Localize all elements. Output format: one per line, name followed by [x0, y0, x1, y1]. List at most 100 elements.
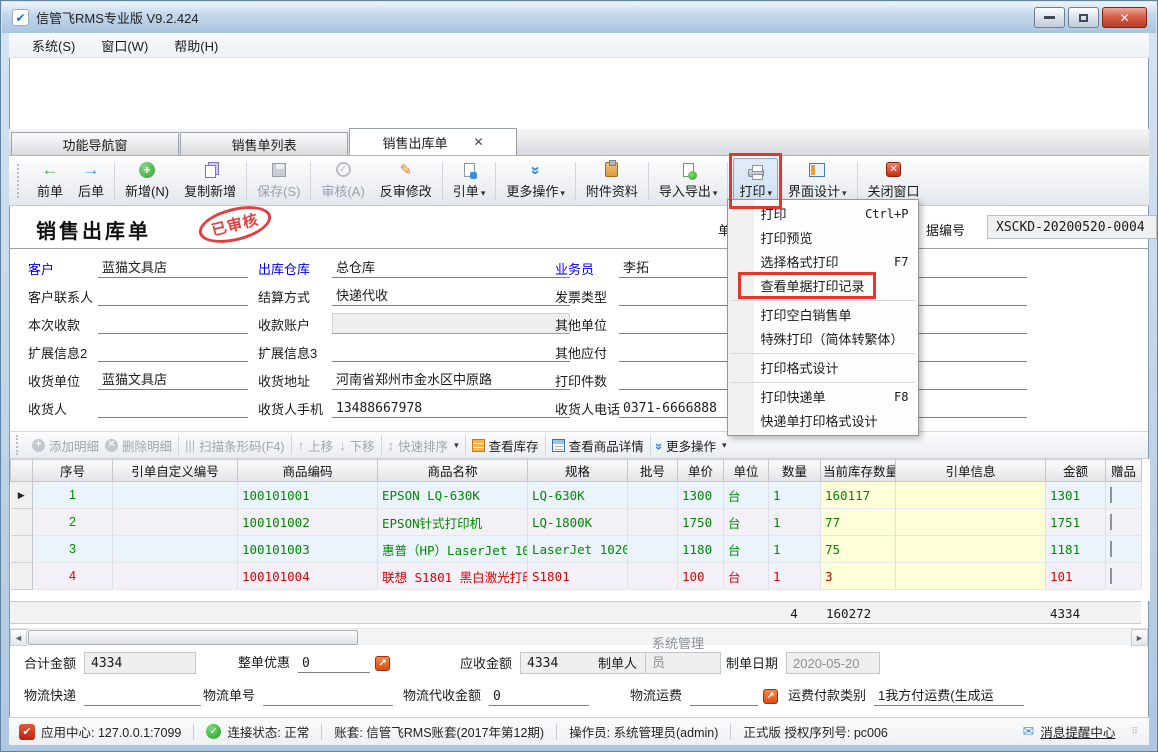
col-product-code[interactable]: 商品编码 — [238, 460, 378, 482]
menu-item-view-print-records[interactable]: 查看单据打印记录 — [728, 274, 918, 298]
gift-checkbox[interactable] — [1110, 541, 1112, 557]
payment-now-field[interactable] — [98, 313, 248, 334]
tab-sales-outbound[interactable]: 销售出库单 ✕ — [349, 128, 517, 155]
col-amount[interactable]: 金额 — [1046, 460, 1106, 482]
table-row[interactable]: 4 100101004 联想 S1801 黑白激光打印机 S1801 100 台… — [11, 563, 1142, 590]
discount-field[interactable]: 0 — [298, 653, 370, 673]
close-button[interactable]: ✕ — [1102, 7, 1147, 28]
view-product-detail-button[interactable]: 查看商品详情 — [552, 436, 644, 455]
app-center-icon: ✔ — [19, 724, 35, 740]
menu-item-print[interactable]: 打印Ctrl+P — [728, 202, 918, 226]
menu-system[interactable]: 系统(S) — [19, 33, 88, 58]
ext-info2-field[interactable] — [98, 341, 248, 362]
gift-checkbox[interactable] — [1110, 514, 1112, 530]
ref-doc-button[interactable]: 引单▾ — [448, 158, 491, 204]
menu-item-print-preview[interactable]: 打印预览 — [728, 226, 918, 250]
current-row-marker: ▶ — [11, 482, 33, 509]
tab-label: 销售出库单 — [382, 133, 447, 152]
new-button[interactable]: +新增(N) — [120, 158, 174, 204]
gift-checkbox[interactable] — [1110, 487, 1112, 503]
cell-spec: S1801 — [528, 563, 628, 590]
scroll-left-arrow[interactable]: ◄ — [10, 629, 27, 646]
scrollbar-thumb[interactable] — [28, 630, 358, 645]
btn-label: 添加明细 — [49, 436, 99, 455]
ship-address-field[interactable]: 河南省郑州市金水区中原路 — [332, 369, 570, 390]
logistics-express-field[interactable] — [84, 686, 201, 706]
menu-help[interactable]: 帮助(H) — [161, 33, 231, 58]
unaudit-edit-button[interactable]: ✎反审修改 — [375, 158, 437, 204]
copy-new-button[interactable]: 复制新增 — [179, 158, 241, 204]
customer-field[interactable]: 蓝猫文具店 — [98, 257, 248, 278]
table-row[interactable]: 2 100101002 EPSON针式打印机 LQ-1800K 1750 台 1… — [11, 509, 1142, 536]
detail-more-actions-button[interactable]: »更多操作▾ — [657, 436, 727, 455]
total-amount-label: 合计金额 — [24, 653, 76, 674]
col-qty[interactable]: 数量 — [769, 460, 821, 482]
delete-detail-button: ✕删除明细 — [105, 436, 172, 455]
settle-method-field[interactable]: 快递代收 — [332, 285, 570, 306]
attachments-button[interactable]: 附件资料 — [581, 158, 643, 204]
btn-label: 查看库存 — [489, 436, 539, 455]
tab-sales-list[interactable]: 销售单列表 — [180, 132, 348, 155]
tab-close-icon[interactable]: ✕ — [473, 135, 483, 149]
menu-item-special-print[interactable]: 特殊打印（简体转繁体） — [728, 327, 918, 351]
receiver-unit-field[interactable]: 蓝猫文具店 — [98, 369, 248, 390]
tab-function-nav[interactable]: 功能导航窗 — [11, 132, 179, 155]
ext-info3-field[interactable] — [332, 341, 570, 362]
cell-unit: 台 — [724, 563, 769, 590]
menu-shortcut: Ctrl+P — [865, 207, 908, 221]
col-stock[interactable]: 当前库存数量 — [821, 460, 896, 482]
close-window-button[interactable]: ✕关闭窗口 — [863, 158, 925, 204]
window-frame: ✔ 信管飞RMS专业版 V9.2.424 ✕ 系统(S) 窗口(W) 帮助(H)… — [0, 0, 1158, 752]
next-doc-button[interactable]: →后单 — [73, 158, 109, 204]
freight-pay-type-field[interactable]: 1我方付运费(生成运 — [874, 686, 1024, 706]
title-bar[interactable]: ✔ 信管飞RMS专业版 V9.2.424 ✕ — [2, 2, 1156, 33]
col-product-name[interactable]: 商品名称 — [378, 460, 528, 482]
maximize-button[interactable] — [1068, 7, 1099, 28]
gift-checkbox[interactable] — [1110, 568, 1112, 584]
more-actions-button[interactable]: »更多操作▾ — [501, 158, 570, 204]
move-down-button: ↓下移 — [339, 436, 375, 455]
tab-label: 销售单列表 — [231, 135, 296, 154]
menu-item-select-format-print[interactable]: 选择格式打印F7 — [728, 250, 918, 274]
col-gift[interactable]: 赠品 — [1106, 460, 1142, 482]
connection-status: 连接状态: 正常 — [227, 722, 309, 741]
add-detail-button: +添加明细 — [32, 436, 99, 455]
resize-grip[interactable]: ⠿ — [1131, 726, 1139, 737]
field-label-print-count: 打印件数 — [555, 371, 619, 390]
menu-window[interactable]: 窗口(W) — [88, 33, 161, 58]
calc-icon[interactable]: ↗ — [375, 656, 390, 671]
logistics-no-field[interactable] — [263, 686, 393, 706]
horizontal-scrollbar[interactable]: ◄ ► — [10, 628, 1148, 645]
col-ref-no[interactable]: 引单自定义编号 — [113, 460, 238, 482]
ui-design-button[interactable]: 界面设计▾ — [783, 158, 852, 204]
col-unit[interactable]: 单位 — [724, 460, 769, 482]
import-export-button[interactable]: 导入导出▾ — [654, 158, 723, 204]
receiver-mobile-field[interactable]: 13488667978 — [332, 397, 570, 418]
scroll-right-arrow[interactable]: ► — [1131, 629, 1148, 646]
calc-icon[interactable]: ↗ — [763, 689, 778, 704]
view-stock-button[interactable]: 查看库存 — [472, 436, 539, 455]
minimize-button[interactable] — [1034, 7, 1065, 28]
message-center-link[interactable]: 消息提醒中心 — [1040, 722, 1115, 741]
col-batch[interactable]: 批号 — [628, 460, 678, 482]
warehouse-field[interactable]: 总仓库 — [332, 257, 570, 278]
col-price[interactable]: 单价 — [678, 460, 724, 482]
table-row[interactable]: ▶ 1 100101001 EPSON LQ-630K LQ-630K 1300… — [11, 482, 1142, 509]
field-label-customer-contact: 客户联系人 — [28, 287, 98, 306]
col-spec[interactable]: 规格 — [528, 460, 628, 482]
menu-item-print-format-design[interactable]: 打印格式设计 — [728, 356, 918, 380]
menu-item-express-format-design[interactable]: 快递单打印格式设计 — [728, 409, 918, 433]
receiver-field[interactable] — [98, 397, 248, 418]
save-icon — [272, 163, 286, 177]
table-row[interactable]: 3 100101003 惠普（HP）LaserJet 1020 LaserJet… — [11, 536, 1142, 563]
col-ref-info[interactable]: 引单信息 — [896, 460, 1046, 482]
prev-doc-button[interactable]: ←前单 — [32, 158, 68, 204]
customer-contact-field[interactable] — [98, 285, 248, 306]
logistics-cod-field[interactable]: 0 — [489, 686, 589, 706]
print-button[interactable]: 打印▾ — [733, 158, 778, 204]
toolbar-separator — [465, 435, 466, 455]
menu-item-print-blank-sales[interactable]: 打印空白销售单 — [728, 303, 918, 327]
menu-item-print-express[interactable]: 打印快递单F8 — [728, 385, 918, 409]
logistics-freight-field[interactable] — [690, 686, 758, 706]
col-seq[interactable]: 序号 — [33, 460, 113, 482]
